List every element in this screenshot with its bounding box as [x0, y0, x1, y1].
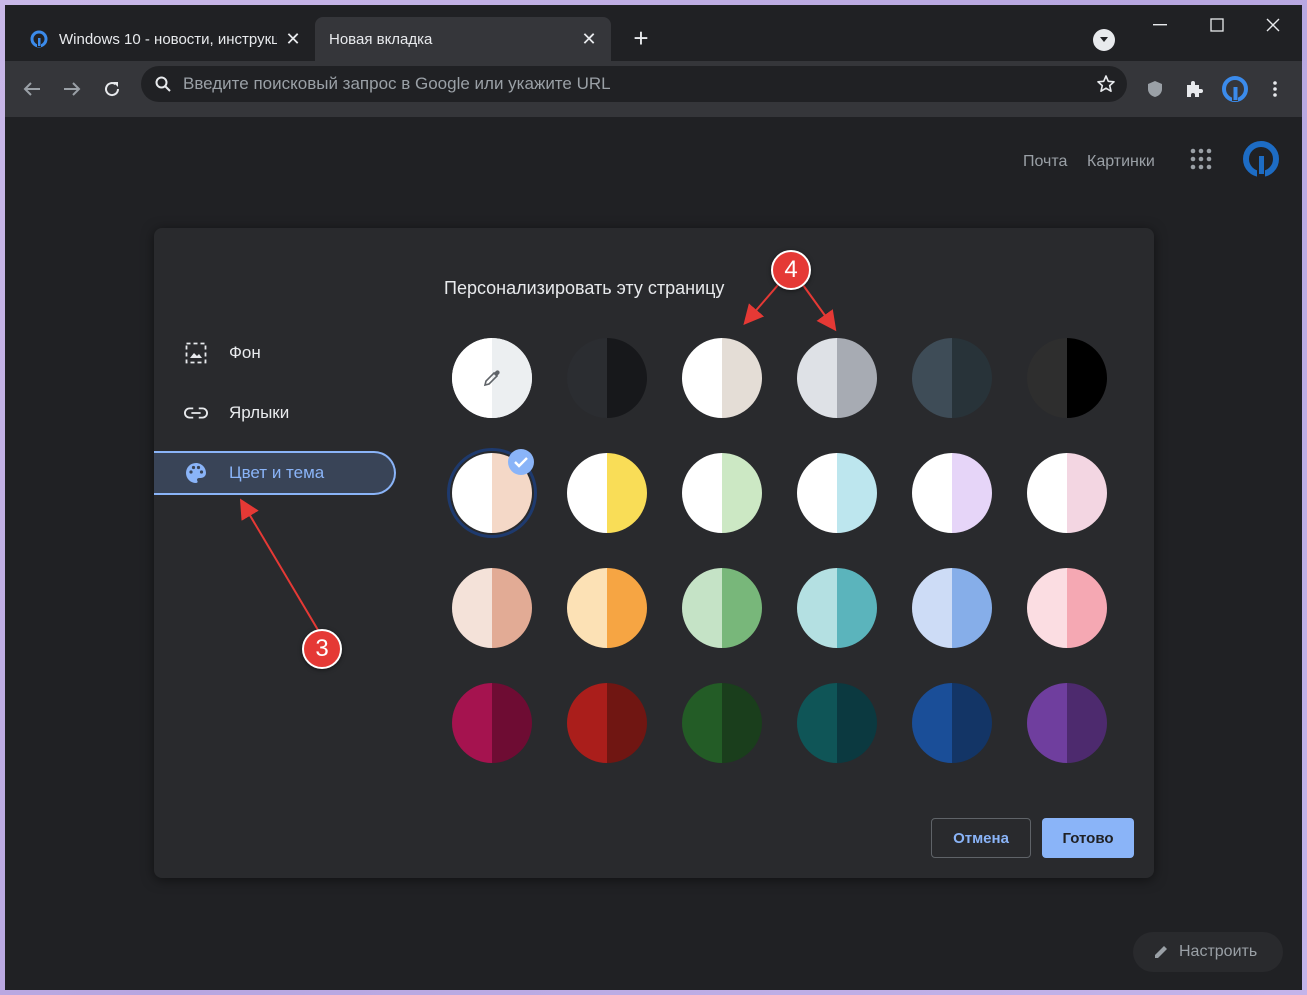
tab-title: Новая вкладка — [329, 30, 433, 48]
color-swatch[interactable] — [682, 568, 762, 648]
back-icon[interactable] — [16, 73, 48, 105]
menu-item-label: Цвет и тема — [229, 463, 325, 482]
customize-dialog: Персонализировать эту страницу Фон Ярлык… — [154, 228, 1154, 878]
image-icon — [184, 341, 208, 365]
pencil-icon — [1153, 944, 1169, 960]
color-swatch[interactable] — [567, 568, 647, 648]
minimize-button[interactable] — [1140, 13, 1180, 37]
new-tab-page: Почта Картинки Персонализировать эту стр… — [5, 117, 1302, 990]
color-swatch[interactable] — [797, 683, 877, 763]
shield-icon[interactable] — [1139, 73, 1171, 105]
checkmark-icon — [508, 449, 534, 475]
tab-strip: Windows 10 - новости, инструкции ✕ Новая… — [5, 5, 1302, 61]
close-tab-icon[interactable]: ✕ — [579, 29, 599, 49]
color-swatch[interactable] — [567, 453, 647, 533]
eyedropper-icon — [482, 368, 502, 388]
tab-title: Windows 10 - новости, инструкции — [59, 30, 277, 48]
color-swatch[interactable] — [682, 338, 762, 418]
forward-icon[interactable] — [56, 73, 88, 105]
color-swatch[interactable] — [1027, 683, 1107, 763]
search-icon — [155, 76, 171, 92]
tab-windows10[interactable]: Windows 10 - новости, инструкции ✕ — [15, 17, 315, 61]
close-tab-icon[interactable]: ✕ — [283, 29, 303, 49]
customize-button[interactable]: Настроить — [1133, 932, 1283, 972]
close-window-button[interactable] — [1253, 13, 1293, 37]
palette-icon — [184, 461, 208, 485]
browser-window: Windows 10 - новости, инструкции ✕ Новая… — [5, 5, 1302, 990]
bookmark-star-icon[interactable] — [1097, 75, 1115, 93]
link-icon — [184, 401, 208, 425]
menu-item-color-theme[interactable]: Цвет и тема — [154, 451, 396, 495]
more-menu-icon[interactable] — [1259, 73, 1291, 105]
color-swatch[interactable] — [912, 338, 992, 418]
maximize-button[interactable] — [1197, 13, 1237, 37]
color-swatch[interactable] — [452, 568, 532, 648]
color-swatch[interactable] — [912, 568, 992, 648]
chevron-down-icon — [1100, 37, 1108, 42]
color-swatch[interactable] — [452, 338, 532, 418]
mail-link[interactable]: Почта — [1023, 153, 1067, 171]
customize-label: Настроить — [1179, 943, 1258, 960]
menu-item-background[interactable]: Фон — [154, 331, 394, 375]
profile-avatar-icon[interactable] — [1219, 73, 1251, 105]
color-swatch[interactable] — [797, 453, 877, 533]
tab-search-button[interactable] — [1093, 29, 1115, 51]
color-swatch[interactable] — [682, 683, 762, 763]
color-swatch[interactable] — [1027, 568, 1107, 648]
cancel-button[interactable]: Отмена — [931, 818, 1031, 858]
color-swatch[interactable] — [1027, 338, 1107, 418]
omnibox-placeholder: Введите поисковый запрос в Google или ук… — [183, 74, 611, 93]
reload-icon[interactable] — [96, 73, 128, 105]
tab-new-tab[interactable]: Новая вкладка ✕ — [315, 17, 611, 61]
color-swatch[interactable] — [567, 683, 647, 763]
color-swatch[interactable] — [912, 683, 992, 763]
new-tab-button[interactable]: + — [627, 25, 655, 53]
dialog-title: Персонализировать эту страницу — [444, 278, 725, 298]
color-swatch[interactable] — [567, 338, 647, 418]
color-swatch[interactable] — [797, 338, 877, 418]
color-swatch[interactable] — [797, 568, 877, 648]
color-swatch[interactable] — [912, 453, 992, 533]
color-swatch[interactable] — [1027, 453, 1107, 533]
images-link[interactable]: Картинки — [1087, 153, 1155, 171]
site-logo-icon — [29, 29, 49, 49]
account-avatar-icon[interactable] — [1241, 139, 1281, 184]
color-swatch[interactable] — [682, 453, 762, 533]
menu-item-label: Фон — [229, 343, 261, 362]
toolbar: Введите поисковый запрос в Google или ук… — [5, 61, 1302, 117]
extensions-puzzle-icon[interactable] — [1178, 73, 1210, 105]
color-swatch[interactable] — [452, 683, 532, 763]
omnibox[interactable]: Введите поисковый запрос в Google или ук… — [141, 66, 1127, 102]
done-button[interactable]: Готово — [1042, 818, 1134, 858]
menu-item-shortcuts[interactable]: Ярлыки — [154, 391, 394, 435]
menu-item-label: Ярлыки — [229, 403, 290, 422]
apps-grid-icon[interactable] — [1190, 148, 1212, 175]
